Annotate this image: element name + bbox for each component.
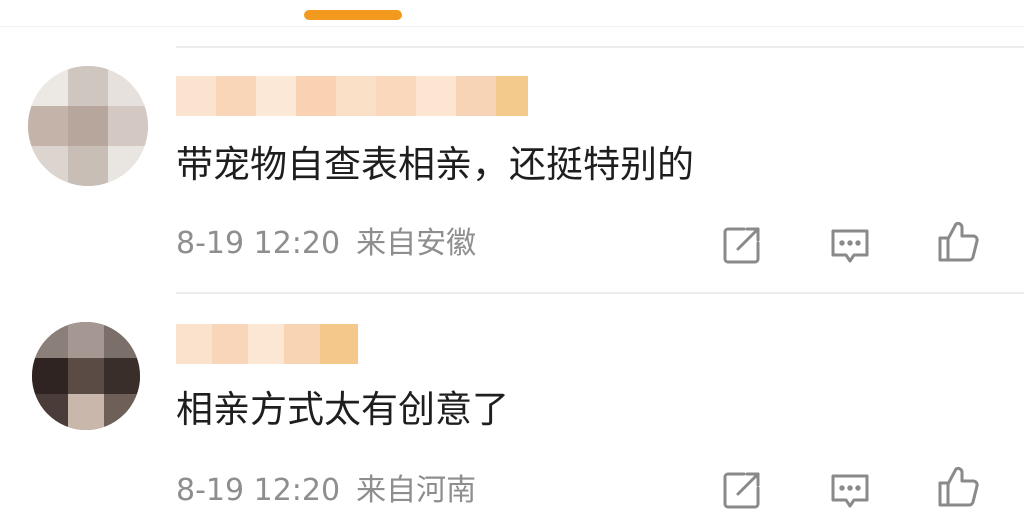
username-blurred[interactable] (176, 76, 528, 116)
username-blurred[interactable] (176, 324, 358, 364)
comment-icon[interactable] (826, 466, 874, 514)
active-tab-indicator (304, 10, 402, 20)
comment-icon[interactable] (826, 221, 874, 269)
like-icon[interactable] (934, 463, 982, 511)
divider (176, 46, 1024, 48)
avatar[interactable] (32, 322, 140, 430)
comment-time: 8-19 12:20 (176, 226, 341, 261)
comment-text: 带宠物自查表相亲，还挺特别的 (176, 143, 694, 186)
share-icon[interactable] (718, 466, 766, 514)
comment-list: 带宠物自查表相亲，还挺特别的 8-19 12:20 来自安徽 相亲方式太有创意了… (0, 0, 1024, 517)
like-icon[interactable] (934, 218, 982, 266)
avatar[interactable] (28, 66, 148, 186)
comment-meta: 8-19 12:20 来自安徽 (176, 226, 476, 262)
comment-meta: 8-19 12:20 来自河南 (176, 473, 476, 509)
comment-location: 来自河南 (356, 473, 477, 508)
comment-location: 来自安徽 (356, 226, 477, 261)
comment-time: 8-19 12:20 (176, 473, 341, 508)
top-divider (0, 26, 1024, 27)
divider (176, 292, 1024, 294)
share-icon[interactable] (718, 221, 766, 269)
comment-text: 相亲方式太有创意了 (176, 388, 509, 431)
